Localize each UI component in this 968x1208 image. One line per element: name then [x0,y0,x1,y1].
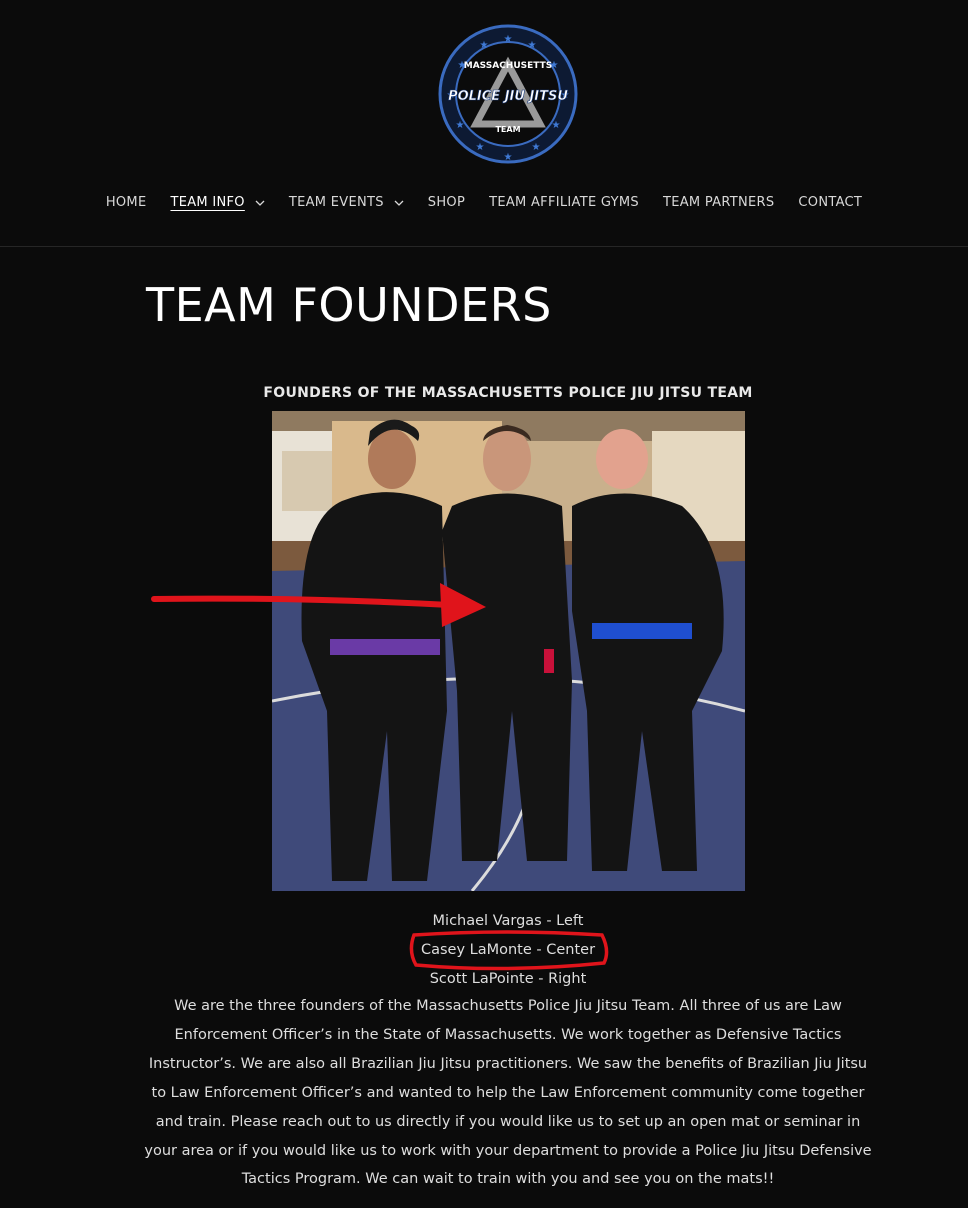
nav-contact-label: CONTACT [798,195,863,210]
svg-text:★: ★ [476,142,485,153]
nav-contact[interactable]: CONTACT [798,193,862,212]
founders-photo [272,411,745,891]
svg-text:★: ★ [480,40,489,51]
founder-center: Casey LaMonte - Center [420,942,596,958]
svg-text:★: ★ [528,40,537,51]
founders-description: We are the three founders of the Massach… [144,998,872,1188]
photo-caption: FOUNDERS OF THE MASSACHUSETTS POLICE JIU… [263,385,753,401]
site-header: ★ ★ ★ ★ ★ ★ ★ ★ ★ ★ ★ ★ MASSACHUSETTS PO… [0,0,968,247]
nav-team-events[interactable]: TEAM EVENTS [289,193,404,212]
nav-team-affiliate-gyms[interactable]: TEAM AFFILIATE GYMS [489,193,639,212]
page-title: TEAM FOUNDERS [146,278,552,332]
main-nav: HOME TEAM INFO TEAM EVENTS SHOP TEAM AFF… [0,193,968,212]
nav-team-partners[interactable]: TEAM PARTNERS [663,193,774,212]
svg-text:★: ★ [504,34,513,45]
svg-text:TEAM: TEAM [495,125,520,134]
nav-shop-label: SHOP [427,195,466,210]
nav-team-partners-label: TEAM PARTNERS [662,195,775,210]
founder-left: Michael Vargas - Left [432,913,584,929]
nav-home-label: HOME [105,195,147,210]
nav-team-events-label: TEAM EVENTS [288,195,384,210]
svg-text:★: ★ [532,142,541,153]
nav-home[interactable]: HOME [106,193,147,212]
founder-right: Scott LaPointe - Right [429,971,587,987]
svg-text:★: ★ [552,120,561,131]
nav-team-info-label: TEAM INFO [170,195,245,210]
chevron-down-icon [255,200,265,206]
svg-text:★: ★ [504,152,513,163]
founder-names: Michael Vargas - Left Casey LaMonte - Ce… [0,907,968,994]
nav-shop[interactable]: SHOP [428,193,465,212]
nav-team-info[interactable]: TEAM INFO [170,193,265,212]
svg-text:POLICE JIU JITSU: POLICE JIU JITSU [448,89,568,104]
nav-team-affiliate-gyms-label: TEAM AFFILIATE GYMS [489,195,639,210]
svg-text:★: ★ [456,120,465,131]
team-logo[interactable]: ★ ★ ★ ★ ★ ★ ★ ★ ★ ★ ★ ★ MASSACHUSETTS PO… [438,24,578,164]
svg-text:MASSACHUSETTS: MASSACHUSETTS [464,61,553,71]
chevron-down-icon [394,200,404,206]
